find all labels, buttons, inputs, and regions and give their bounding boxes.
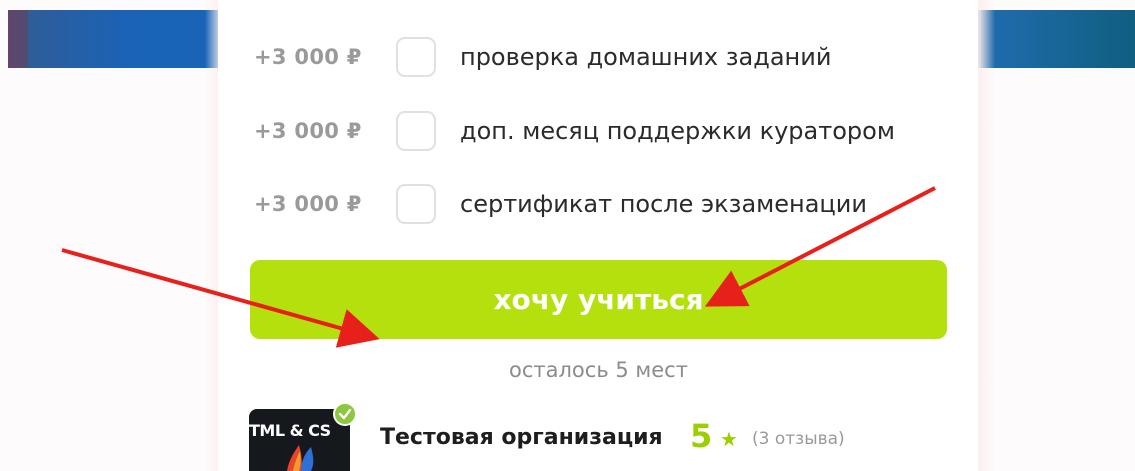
option-price: +3 000 ₽: [254, 45, 362, 69]
option-checkbox-homework[interactable]: [396, 37, 436, 77]
banner-edge: [8, 10, 28, 68]
verified-check-icon: [333, 402, 357, 426]
option-label: сертификат после экзаменации: [460, 190, 867, 218]
reviews-count-link[interactable]: (3 отзыва): [752, 429, 845, 449]
option-row-homework: +3 000 ₽ проверка домашних заданий: [254, 35, 831, 79]
option-label: доп. месяц поддержки куратором: [460, 117, 895, 145]
star-icon: ★: [720, 427, 738, 451]
option-row-certificate: +3 000 ₽ сертификат после экзаменации: [254, 182, 867, 226]
option-checkbox-certificate[interactable]: [396, 184, 436, 224]
organization-name[interactable]: Тестовая организация: [380, 425, 663, 450]
option-label: проверка домашних заданий: [460, 43, 832, 71]
enroll-button[interactable]: хочу учиться: [250, 260, 947, 339]
rating-value: 5: [690, 417, 713, 455]
option-row-curator: +3 000 ₽ доп. месяц поддержки куратором: [254, 109, 895, 153]
page: +3 000 ₽ проверка домашних заданий +3 00…: [0, 0, 1135, 471]
seats-left-text: осталось 5 мест: [509, 358, 688, 382]
option-price: +3 000 ₽: [254, 119, 362, 143]
option-price: +3 000 ₽: [254, 192, 362, 216]
option-checkbox-curator[interactable]: [396, 111, 436, 151]
